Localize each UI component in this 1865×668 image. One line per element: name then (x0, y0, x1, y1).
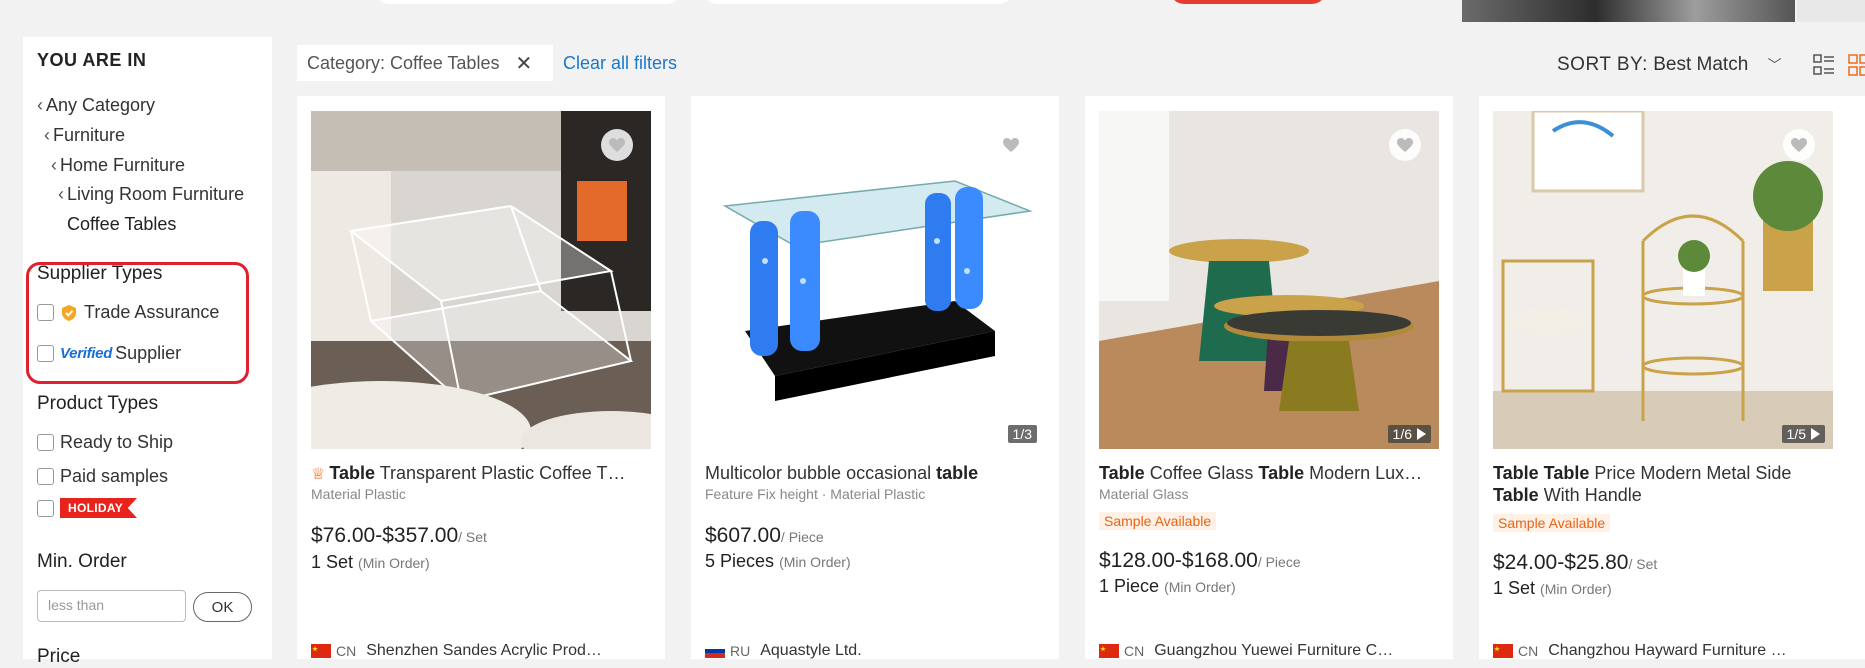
product-moq: 1 Set (Min Order) (311, 552, 430, 572)
filter-chip-label: Category: Coffee Tables (307, 52, 500, 73)
product-image[interactable] (311, 111, 651, 449)
favorite-heart-icon[interactable] (995, 129, 1027, 161)
product-title[interactable]: ♕ Table Transparent Plastic Coffee T… (311, 462, 651, 486)
supplier-link[interactable]: CN Guangzhou Yuewei Furniture C… (1099, 642, 1439, 660)
country-code: CN (336, 643, 357, 659)
sample-available-badge: Sample Available (1493, 514, 1611, 532)
supplier-name: Guangzhou Yuewei Furniture C… (1154, 642, 1394, 659)
min-order-ok-button[interactable]: OK (193, 592, 252, 622)
price-filter-title: Price (37, 646, 81, 667)
favorite-heart-icon[interactable] (1783, 129, 1815, 161)
grid-view-icon[interactable] (1848, 54, 1865, 76)
favorite-heart-icon[interactable] (601, 129, 633, 161)
product-price: $128.00-$168.00/ Piece (1099, 549, 1301, 572)
sort-label: SORT BY: (1557, 54, 1648, 75)
supplier-link[interactable]: CN Changzhou Hayward Furniture … (1493, 642, 1833, 660)
list-view-icon[interactable] (1813, 54, 1835, 76)
breadcrumb-living-room-furniture[interactable]: ‹ Living Room Furniture (58, 184, 244, 205)
china-flag-icon (1493, 644, 1513, 658)
supplier-name: Changzhou Hayward Furniture … (1548, 642, 1787, 659)
product-moq: 1 Set (Min Order) (1493, 578, 1612, 598)
product-card[interactable]: 1/6 Table Coffee Glass Table Modern Lux…… (1085, 96, 1453, 659)
breadcrumb-home-furniture[interactable]: ‹ Home Furniture (51, 155, 185, 176)
ready-to-ship-checkbox[interactable] (37, 434, 54, 451)
sort-value: Best Match (1653, 54, 1749, 75)
sidebar-title: YOU ARE IN (37, 50, 147, 70)
product-card[interactable]: 1/3 Multicolor bubble occasional table F… (691, 96, 1059, 659)
clear-all-filters-link[interactable]: Clear all filters (563, 53, 677, 74)
holiday-badge: HOLIDAY (60, 498, 137, 518)
product-price: $76.00-$357.00/ Set (311, 524, 487, 547)
holiday-filter[interactable]: HOLIDAY (37, 498, 137, 518)
image-count-badge: 1/5 (1781, 425, 1825, 443)
play-icon (1417, 428, 1426, 440)
product-moq: 5 Pieces (Min Order) (705, 551, 851, 571)
promo-banner[interactable] (1462, 0, 1795, 22)
product-moq: 1 Piece (Min Order) (1099, 576, 1236, 596)
product-attributes: Feature Fix height · Material Plastic (705, 486, 926, 502)
breadcrumb-any-category[interactable]: ‹ Any Category (37, 95, 155, 116)
supplier-types-highlight (26, 262, 249, 384)
product-card[interactable]: ♕ Table Transparent Plastic Coffee T… Mat… (297, 96, 665, 659)
ready-to-ship-filter[interactable]: Ready to Ship (37, 432, 173, 453)
search-input-secondary[interactable] (703, 0, 1013, 4)
paid-samples-checkbox[interactable] (37, 468, 54, 485)
paid-samples-label: Paid samples (60, 466, 169, 486)
product-price: $607.00/ Piece (705, 524, 824, 547)
product-card[interactable]: 1/5 Table Table Price Modern Metal Side … (1479, 96, 1865, 659)
russia-flag-icon (705, 644, 725, 658)
product-title[interactable]: Multicolor bubble occasional table (705, 462, 1045, 484)
china-flag-icon (311, 644, 331, 658)
product-title[interactable]: Table Coffee Glass Table Modern Lux… (1099, 462, 1439, 484)
country-code: CN (1518, 643, 1539, 659)
ready-to-ship-label: Ready to Ship (60, 432, 174, 452)
chevron-left-icon: ‹ (37, 95, 43, 115)
chevron-left-icon: ‹ (51, 155, 57, 175)
supplier-link[interactable]: CN Shenzhen Sandes Acrylic Prod… (311, 642, 651, 660)
chevron-left-icon: ‹ (44, 125, 50, 145)
product-types-title: Product Types (37, 393, 159, 414)
search-input[interactable] (375, 0, 681, 4)
country-code: CN (1124, 643, 1145, 659)
china-flag-icon (1099, 644, 1119, 658)
supplier-name: Shenzhen Sandes Acrylic Prod… (366, 642, 602, 659)
top-header-strip (0, 0, 1865, 22)
breadcrumb-current-category: Coffee Tables (67, 214, 177, 234)
min-order-input[interactable]: less than (37, 590, 186, 622)
holiday-checkbox[interactable] (37, 499, 54, 517)
product-attributes: Material Glass (1099, 486, 1189, 502)
paid-samples-filter[interactable]: Paid samples (37, 466, 168, 487)
crown-icon: ♕ (311, 466, 326, 483)
favorite-heart-icon[interactable] (1389, 129, 1421, 161)
country-code: RU (730, 643, 751, 659)
promo-banner-secondary[interactable] (1797, 0, 1865, 22)
product-image[interactable]: 1/6 (1099, 111, 1439, 449)
sort-dropdown[interactable]: SORT BY: Best Match ﹀ (1557, 54, 1782, 76)
supplier-name: Aquastyle Ltd. (760, 642, 862, 659)
product-image[interactable]: 1/3 (705, 111, 1045, 449)
supplier-link[interactable]: RU Aquastyle Ltd. (705, 642, 1045, 660)
product-price: $24.00-$25.80/ Set (1493, 551, 1658, 574)
chevron-down-icon: ﹀ (1767, 57, 1782, 73)
search-button[interactable] (1170, 0, 1326, 4)
chevron-left-icon: ‹ (58, 184, 64, 204)
play-icon (1811, 428, 1820, 440)
image-count-badge: 1/3 (1007, 425, 1037, 443)
sample-available-badge: Sample Available (1099, 512, 1217, 530)
product-attributes: Material Plastic (311, 486, 406, 502)
close-icon[interactable]: ✕ (515, 51, 532, 76)
product-title[interactable]: Table Table Price Modern Metal Side Tabl… (1493, 462, 1833, 506)
product-image[interactable]: 1/5 (1493, 111, 1833, 449)
category-filter-chip[interactable]: Category: Coffee Tables ✕ (297, 45, 553, 81)
breadcrumb-furniture[interactable]: ‹ Furniture (44, 125, 125, 146)
min-order-title: Min. Order (37, 551, 127, 572)
image-count-badge: 1/6 (1387, 425, 1431, 443)
